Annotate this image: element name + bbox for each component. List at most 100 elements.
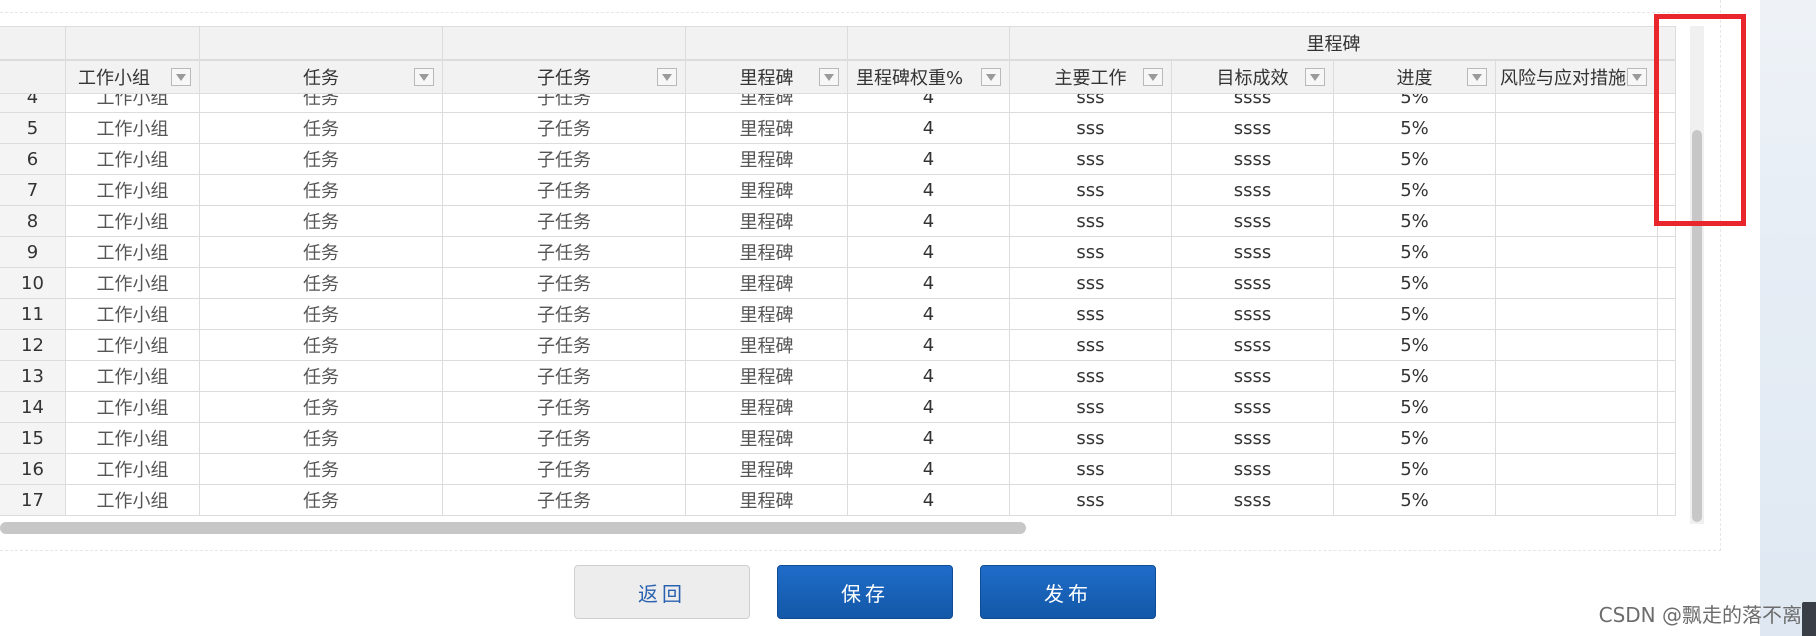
cell-task[interactable]: 任务 [200,485,443,516]
cell-target-outcome[interactable]: ssss [1172,175,1334,206]
cell-progress[interactable]: 5% [1334,144,1496,175]
cell-milestone[interactable]: 里程碑 [686,392,848,423]
table-row[interactable]: 7 工作小组 任务 子任务 里程碑 4 sss ssss 5% [0,175,1676,206]
cell-subtask[interactable]: 子任务 [443,94,686,113]
cell-progress[interactable]: 5% [1334,299,1496,330]
cell-risk[interactable] [1496,94,1658,113]
grid-body[interactable]: 4 工作小组 任务 子任务 里程碑 4 sss ssss 5% 5 工作小组 任务 子任务 里程碑 4 sss… [0,94,1676,522]
cell-milestone[interactable]: 里程碑 [686,423,848,454]
cell-workgroup[interactable]: 工作小组 [66,330,200,361]
cell-main-work[interactable]: sss [1010,206,1172,237]
table-row[interactable]: 5 工作小组 任务 子任务 里程碑 4 sss ssss 5% [0,113,1676,144]
cell-milestone[interactable]: 里程碑 [686,113,848,144]
cell-target-outcome[interactable]: ssss [1172,299,1334,330]
cell-risk[interactable] [1496,392,1658,423]
cell-weight[interactable]: 4 [848,423,1010,454]
header-col-main-work[interactable]: 主要工作 [1010,60,1172,94]
save-button[interactable]: 保存 [777,565,953,619]
cell-subtask[interactable]: 子任务 [443,299,686,330]
cell-task[interactable]: 任务 [200,237,443,268]
cell-milestone[interactable]: 里程碑 [686,94,848,113]
table-row[interactable]: 9 工作小组 任务 子任务 里程碑 4 sss ssss 5% [0,237,1676,268]
cell-risk[interactable] [1496,144,1658,175]
cell-weight[interactable]: 4 [848,361,1010,392]
cell-workgroup[interactable]: 工作小组 [66,94,200,113]
cell-progress[interactable]: 5% [1334,423,1496,454]
cell-milestone[interactable]: 里程碑 [686,268,848,299]
cell-subtask[interactable]: 子任务 [443,485,686,516]
cell-workgroup[interactable]: 工作小组 [66,206,200,237]
cell-task[interactable]: 任务 [200,454,443,485]
cell-subtask[interactable]: 子任务 [443,113,686,144]
cell-weight[interactable]: 4 [848,330,1010,361]
back-button[interactable]: 返回 [574,565,750,619]
filter-icon[interactable] [171,68,191,86]
cell-task[interactable]: 任务 [200,206,443,237]
cell-workgroup[interactable]: 工作小组 [66,485,200,516]
filter-icon[interactable] [1467,68,1487,86]
cell-progress[interactable]: 5% [1334,94,1496,113]
cell-task[interactable]: 任务 [200,94,443,113]
cell-weight[interactable]: 4 [848,485,1010,516]
cell-task[interactable]: 任务 [200,392,443,423]
cell-main-work[interactable]: sss [1010,454,1172,485]
cell-risk[interactable] [1496,330,1658,361]
cell-risk[interactable] [1496,237,1658,268]
cell-main-work[interactable]: sss [1010,330,1172,361]
cell-milestone[interactable]: 里程碑 [686,175,848,206]
cell-target-outcome[interactable]: ssss [1172,423,1334,454]
cell-milestone[interactable]: 里程碑 [686,144,848,175]
cell-task[interactable]: 任务 [200,268,443,299]
header-col-risk[interactable]: 风险与应对措施 [1496,60,1658,94]
table-row[interactable]: 17 工作小组 任务 子任务 里程碑 4 sss ssss 5% [0,485,1676,516]
cell-target-outcome[interactable]: ssss [1172,268,1334,299]
cell-progress[interactable]: 5% [1334,268,1496,299]
cell-workgroup[interactable]: 工作小组 [66,175,200,206]
cell-main-work[interactable]: sss [1010,144,1172,175]
cell-progress[interactable]: 5% [1334,330,1496,361]
table-row[interactable]: 6 工作小组 任务 子任务 里程碑 4 sss ssss 5% [0,144,1676,175]
cell-milestone[interactable]: 里程碑 [686,485,848,516]
cell-risk[interactable] [1496,299,1658,330]
cell-weight[interactable]: 4 [848,144,1010,175]
cell-main-work[interactable]: sss [1010,237,1172,268]
table-row[interactable]: 10 工作小组 任务 子任务 里程碑 4 sss ssss 5% [0,268,1676,299]
cell-progress[interactable]: 5% [1334,206,1496,237]
table-row[interactable]: 12 工作小组 任务 子任务 里程碑 4 sss ssss 5% [0,330,1676,361]
cell-task[interactable]: 任务 [200,361,443,392]
cell-workgroup[interactable]: 工作小组 [66,268,200,299]
cell-target-outcome[interactable]: ssss [1172,485,1334,516]
cell-target-outcome[interactable]: ssss [1172,454,1334,485]
cell-progress[interactable]: 5% [1334,113,1496,144]
cell-weight[interactable]: 4 [848,175,1010,206]
cell-target-outcome[interactable]: ssss [1172,237,1334,268]
cell-subtask[interactable]: 子任务 [443,392,686,423]
cell-risk[interactable] [1496,423,1658,454]
table-row[interactable]: 16 工作小组 任务 子任务 里程碑 4 sss ssss 5% [0,454,1676,485]
cell-target-outcome[interactable]: ssss [1172,94,1334,113]
header-col-progress[interactable]: 进度 [1334,60,1496,94]
filter-icon[interactable] [819,68,839,86]
header-col-subtask[interactable]: 子任务 [443,60,686,94]
cell-risk[interactable] [1496,361,1658,392]
cell-workgroup[interactable]: 工作小组 [66,144,200,175]
filter-icon[interactable] [1143,68,1163,86]
cell-subtask[interactable]: 子任务 [443,175,686,206]
table-row[interactable]: 4 工作小组 任务 子任务 里程碑 4 sss ssss 5% [0,94,1676,113]
header-col-task[interactable]: 任务 [200,60,443,94]
cell-subtask[interactable]: 子任务 [443,330,686,361]
cell-milestone[interactable]: 里程碑 [686,206,848,237]
cell-weight[interactable]: 4 [848,113,1010,144]
cell-risk[interactable] [1496,454,1658,485]
filter-icon[interactable] [1305,68,1325,86]
cell-target-outcome[interactable]: ssss [1172,144,1334,175]
cell-task[interactable]: 任务 [200,144,443,175]
cell-main-work[interactable]: sss [1010,423,1172,454]
cell-milestone[interactable]: 里程碑 [686,454,848,485]
cell-progress[interactable]: 5% [1334,361,1496,392]
cell-main-work[interactable]: sss [1010,94,1172,113]
filter-icon[interactable] [414,68,434,86]
cell-target-outcome[interactable]: ssss [1172,113,1334,144]
cell-weight[interactable]: 4 [848,94,1010,113]
cell-risk[interactable] [1496,206,1658,237]
